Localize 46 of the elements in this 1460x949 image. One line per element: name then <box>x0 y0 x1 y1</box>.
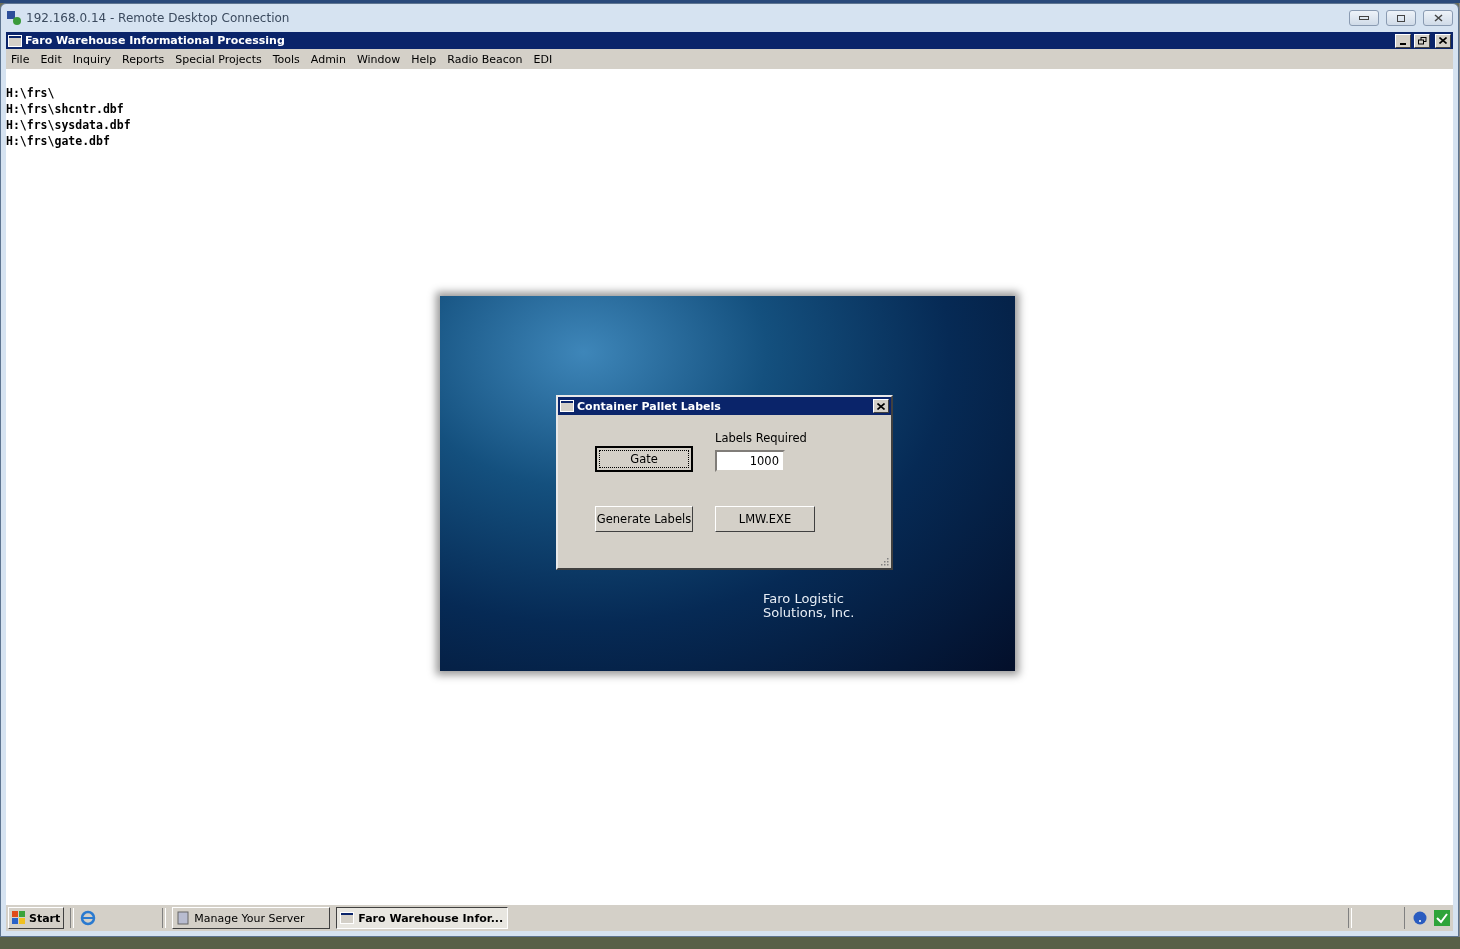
maximize-button[interactable] <box>1386 10 1416 26</box>
minimize-icon <box>1400 42 1406 45</box>
menu-item[interactable]: EDI <box>533 52 553 66</box>
restore-button[interactable] <box>1414 33 1430 48</box>
output-line: H:\frs\gate.dbf <box>6 133 111 149</box>
company-name: Faro Logistic Solutions, Inc. <box>763 592 855 620</box>
taskbar-button[interactable]: Manage Your Server <box>172 907 331 929</box>
output-line: H:\frs\sysdata.dbf <box>6 117 132 133</box>
server-icon <box>176 911 191 925</box>
menu-item[interactable]: Reports <box>122 52 165 66</box>
app-title: Faro Warehouse Informational Processing <box>25 34 286 47</box>
gate-button[interactable]: Gate <box>595 446 693 472</box>
close-icon <box>877 402 885 410</box>
windows-logo-icon <box>12 911 26 925</box>
dialog-title: Container Pallet Labels <box>577 399 722 413</box>
output-line: H:\frs\ <box>6 85 56 101</box>
taskbar-button[interactable]: Faro Warehouse Infor... <box>336 907 509 929</box>
menu-item[interactable]: Radio Beacon <box>447 52 523 66</box>
resize-grip-icon[interactable] <box>879 556 889 566</box>
close-button[interactable] <box>1423 10 1453 26</box>
maximize-icon <box>1397 14 1405 22</box>
menu-item[interactable]: Help <box>411 52 437 66</box>
field-label: Labels Required <box>715 431 808 445</box>
window-icon <box>340 912 355 924</box>
browser-icon[interactable] <box>80 910 97 926</box>
dialog-button[interactable]: Generate Labels <box>595 506 693 532</box>
menu-item[interactable]: Special Projects <box>175 52 262 66</box>
start-button[interactable]: Start <box>8 907 65 929</box>
close-icon <box>1433 14 1443 22</box>
restore-icon <box>1417 36 1427 45</box>
menu-item[interactable]: Window <box>356 52 401 66</box>
dialog-button[interactable]: LMW.EXE <box>715 506 815 532</box>
remote-desktop-icon <box>6 10 22 26</box>
menu-item[interactable]: File <box>11 52 30 66</box>
menu-item[interactable]: Edit <box>40 52 62 66</box>
window-title: 192.168.0.14 - Remote Desktop Connection <box>26 11 291 25</box>
help-icon[interactable] <box>1413 911 1427 925</box>
menu-item[interactable]: Inquiry <box>72 52 111 66</box>
minimize-icon <box>1359 16 1369 20</box>
output-line: H:\frs\shcntr.dbf <box>6 101 125 117</box>
check-icon[interactable] <box>1433 909 1451 927</box>
menu-item[interactable]: Admin <box>310 52 346 66</box>
menu-item[interactable]: Tools <box>272 52 300 66</box>
labels-required-field[interactable]: 1000 <box>715 450 785 472</box>
close-icon <box>1439 37 1447 44</box>
minimize-button[interactable] <box>1349 10 1379 26</box>
